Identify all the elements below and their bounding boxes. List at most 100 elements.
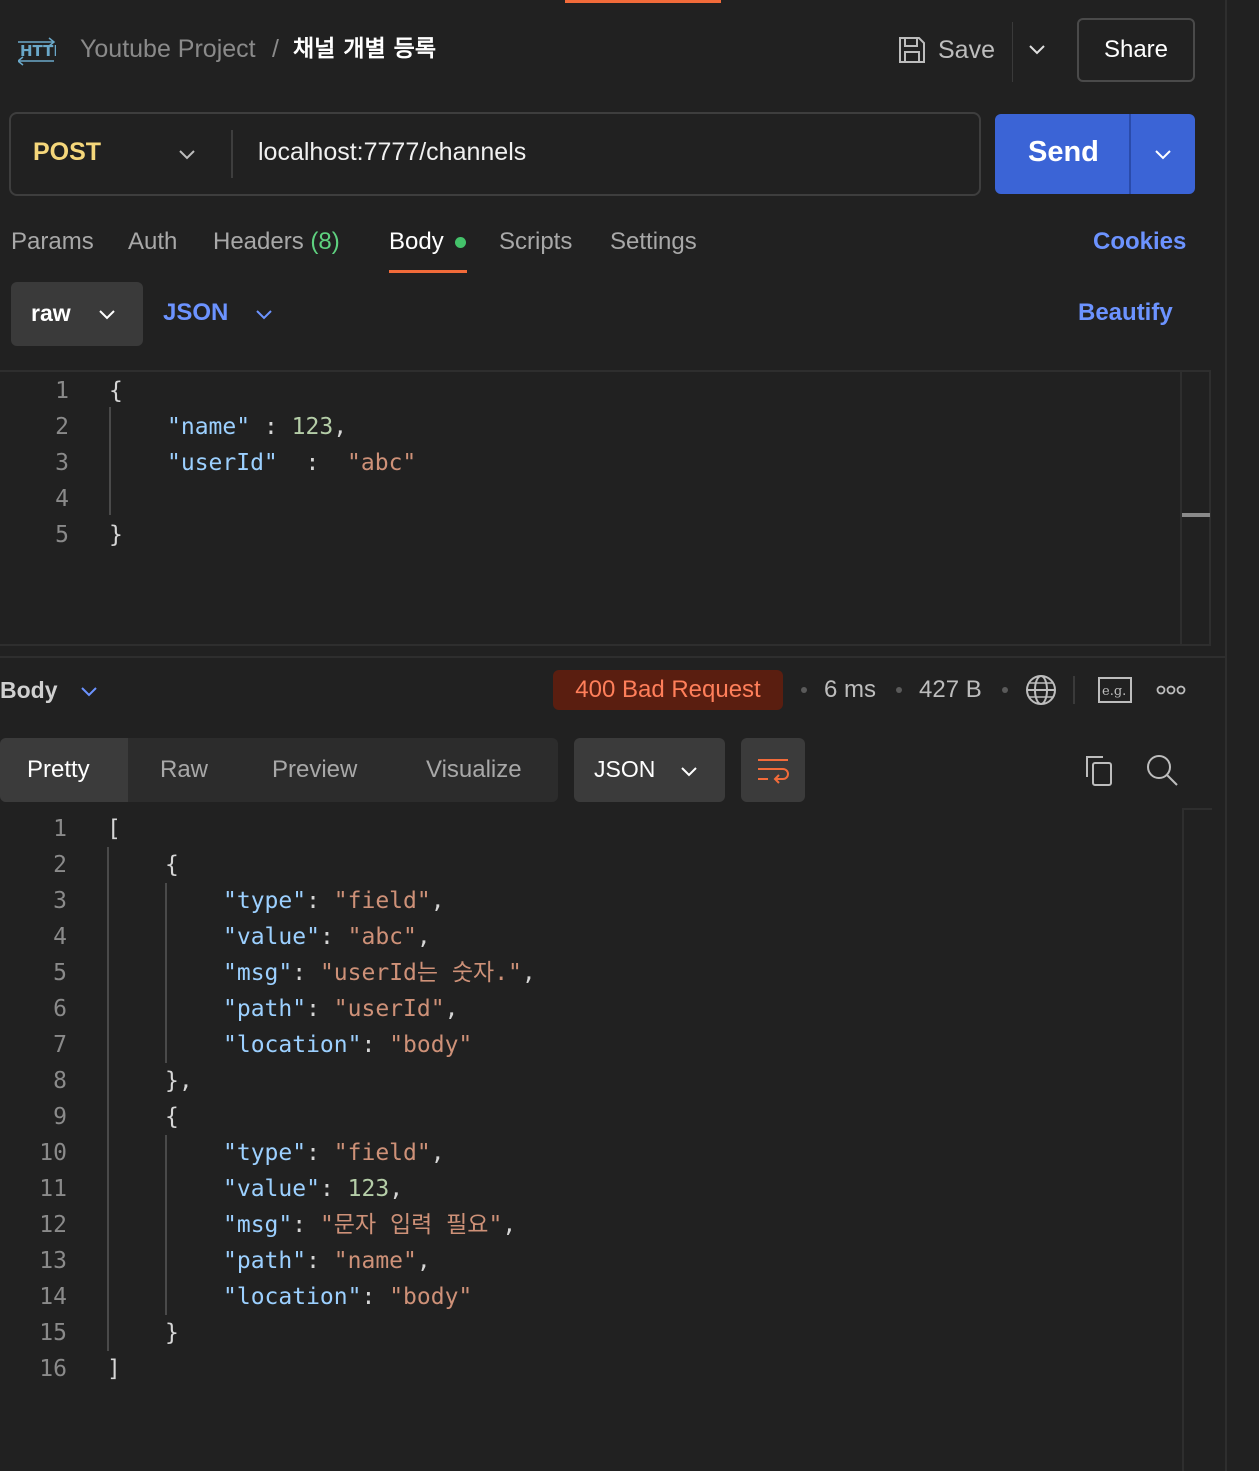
code-line: ] (107, 1356, 121, 1382)
active-tab-indicator (565, 0, 721, 3)
meta-dot (1002, 687, 1008, 693)
json-value: "abc" (347, 924, 417, 950)
headers-count: (8) (310, 228, 340, 255)
cookies-link[interactable]: Cookies (1093, 228, 1186, 256)
code-line: } (109, 517, 123, 553)
response-format-chevron-down-icon[interactable] (678, 760, 700, 782)
tab-raw[interactable]: Raw (160, 756, 208, 784)
code-line: [ (107, 816, 121, 842)
response-size[interactable]: 427 B (919, 676, 982, 704)
code-line: "location": "body" (223, 1284, 473, 1310)
json-value: "field" (333, 888, 431, 914)
line-number: 8 (53, 1068, 67, 1094)
json-key: "type" (223, 1140, 307, 1166)
line-number: 15 (39, 1320, 67, 1346)
line-number: 9 (53, 1104, 67, 1130)
breadcrumb-separator: / (272, 35, 279, 63)
search-icon[interactable] (1145, 753, 1179, 787)
line-number: 1 (53, 816, 67, 842)
indent-guide (165, 1135, 167, 1315)
tab-scripts[interactable]: Scripts (499, 228, 572, 256)
beautify-button[interactable]: Beautify (1078, 299, 1173, 327)
method-chevron-down-icon[interactable] (176, 143, 198, 165)
breadcrumb-project[interactable]: Youtube Project (80, 33, 256, 65)
method-select[interactable]: POST (33, 138, 101, 167)
json-key: "msg" (223, 1212, 293, 1238)
body-format-select[interactable]: JSON (163, 299, 228, 327)
tab-params[interactable]: Params (11, 228, 94, 256)
line-number: 4 (53, 924, 67, 950)
svg-text:e.g.: e.g. (1102, 684, 1126, 699)
save-options-chevron-down-icon[interactable] (1026, 38, 1048, 60)
save-button[interactable]: Save (896, 30, 995, 70)
code-line: "path": "name", (223, 1248, 431, 1274)
indent-guide (109, 407, 111, 515)
response-format-label[interactable]: JSON (594, 756, 655, 783)
globe-icon[interactable] (1024, 673, 1058, 707)
meta-divider (1073, 676, 1075, 704)
body-format-chevron-down-icon[interactable] (253, 303, 275, 325)
status-badge[interactable]: 400 Bad Request (553, 670, 783, 710)
json-value: "userId는 숫자." (319, 960, 522, 986)
line-number: 13 (39, 1248, 67, 1274)
line-number: 3 (53, 888, 67, 914)
line-number: 7 (53, 1032, 67, 1058)
meta-dot (801, 687, 807, 693)
tab-pretty[interactable]: Pretty (27, 756, 90, 784)
response-view-select[interactable]: Body (0, 677, 58, 704)
send-divider (1129, 114, 1131, 194)
code-line: "type": "field", (223, 1140, 445, 1166)
indent-guide (165, 883, 167, 1063)
tab-settings[interactable]: Settings (610, 228, 697, 256)
json-value: "name" (333, 1248, 417, 1274)
tab-visualize[interactable]: Visualize (426, 756, 522, 784)
line-number: 14 (39, 1284, 67, 1310)
pane-resize-handle[interactable] (0, 656, 1225, 658)
line-number: 6 (53, 996, 67, 1022)
tab-auth[interactable]: Auth (128, 228, 177, 256)
send-options-chevron-down-icon[interactable] (1152, 143, 1174, 165)
json-value: "abc" (347, 450, 417, 476)
share-button[interactable]: Share (1077, 18, 1195, 82)
body-modified-dot (455, 237, 466, 248)
editor-scrollbar-thumb[interactable] (1182, 513, 1210, 517)
json-key: "location" (223, 1284, 362, 1310)
more-icon[interactable] (1156, 684, 1186, 696)
code-line: "path": "userId", (223, 996, 459, 1022)
line-number: 5 (53, 960, 67, 986)
json-value: 123 (347, 1176, 390, 1202)
line-number: 12 (39, 1212, 67, 1238)
body-mode-label[interactable]: raw (31, 300, 71, 327)
brace-open: { (109, 378, 123, 404)
url-input[interactable]: localhost:7777/channels (258, 138, 526, 167)
response-time[interactable]: 6 ms (824, 676, 876, 704)
code-line: "userId" : "abc" (167, 450, 417, 476)
example-icon[interactable]: e.g. (1098, 677, 1132, 703)
meta-dot (896, 687, 902, 693)
response-view-chevron-down-icon[interactable] (78, 680, 100, 702)
request-title[interactable]: 채널 개별 등록 (293, 33, 436, 65)
json-key: "value" (223, 1176, 320, 1202)
json-key: "location" (223, 1032, 362, 1058)
json-key: "userId" (167, 450, 278, 476)
code-line: "value": 123, (223, 1176, 404, 1202)
code-line: { (165, 852, 179, 878)
code-line: "type": "field", (223, 888, 445, 914)
copy-icon[interactable] (1083, 753, 1115, 787)
json-value: "field" (333, 1140, 431, 1166)
brace-close: } (109, 522, 123, 548)
tab-headers[interactable]: Headers (8) (213, 228, 340, 256)
line-number: 2 (55, 414, 69, 440)
json-key: "type" (223, 888, 307, 914)
tab-body-underline (389, 270, 467, 273)
body-mode-chevron-down-icon[interactable] (96, 303, 118, 325)
code-line: "msg": "문자 입력 필요", (223, 1212, 517, 1238)
json-key: "msg" (223, 960, 293, 986)
line-number: 11 (39, 1176, 67, 1202)
code-line: "msg": "userId는 숫자.", (223, 960, 536, 986)
tab-preview[interactable]: Preview (272, 756, 357, 784)
json-key: "value" (223, 924, 320, 950)
tab-body[interactable]: Body (389, 228, 444, 256)
send-label[interactable]: Send (1028, 136, 1099, 169)
json-key: "path" (223, 1248, 307, 1274)
